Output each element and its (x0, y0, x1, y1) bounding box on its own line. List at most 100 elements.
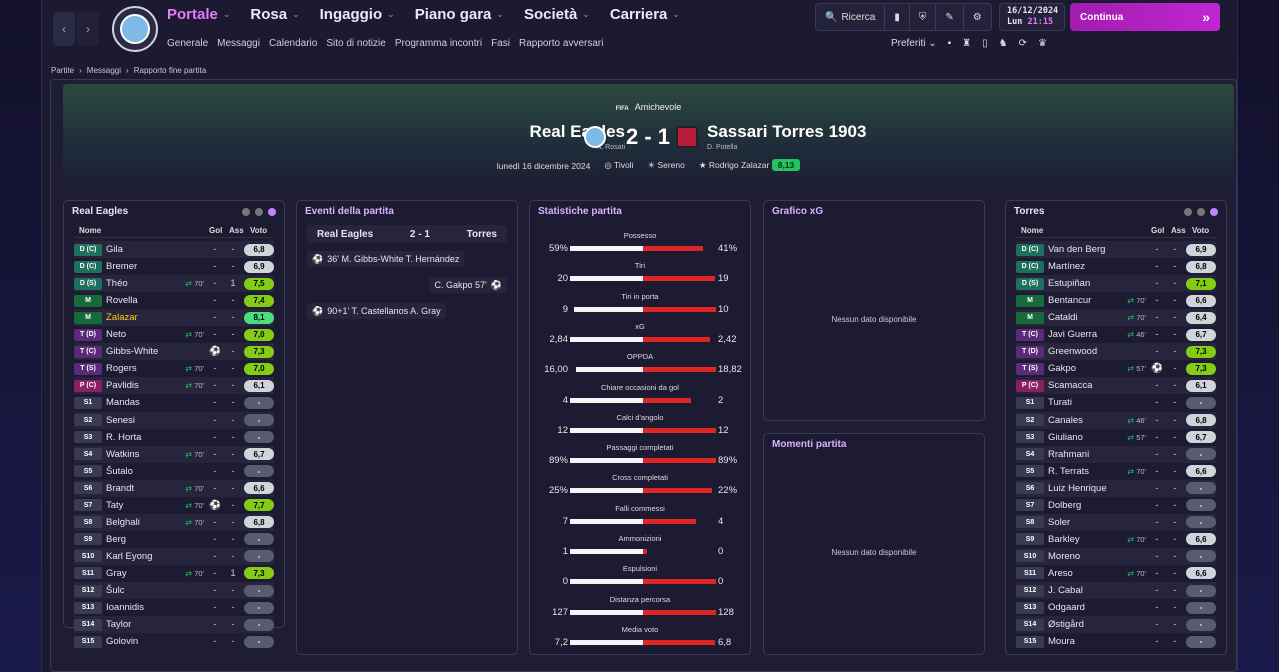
col-voto[interactable]: Voto (1192, 226, 1209, 235)
col-name[interactable]: Nome (1021, 226, 1043, 235)
player-row[interactable]: S12 J. Cabal - - - (1016, 582, 1216, 599)
player-name[interactable]: Belghali (106, 517, 178, 528)
subnav-item[interactable]: Sito di notizie (326, 38, 385, 49)
player-name[interactable]: Moura (1048, 636, 1120, 647)
player-row[interactable]: S9 Berg - - - (74, 531, 274, 548)
subnav-item[interactable]: Programma incontri (395, 38, 482, 49)
player-name[interactable]: Pavlidis (106, 380, 178, 391)
trophy-icon[interactable]: ♛ (1038, 38, 1047, 49)
player-row[interactable]: D (C) Bremer - -6,9 (74, 258, 274, 275)
nav-item-3[interactable]: Piano gara ⌄ (415, 6, 504, 23)
player-row[interactable]: S10 Moreno - - - (1016, 547, 1216, 565)
player-name[interactable]: Greenwood (1048, 346, 1120, 357)
view-dot-active[interactable] (1210, 208, 1218, 216)
player-name[interactable]: Estupiñan (1048, 278, 1120, 289)
player-row[interactable]: S1 Mandas - - - (74, 394, 274, 411)
player-name[interactable]: Zalazar (106, 312, 178, 323)
player-name[interactable]: Taty (106, 500, 178, 511)
col-ass[interactable]: Ass (1171, 226, 1186, 235)
player-row[interactable]: S7 Dolberg - - - (1016, 497, 1216, 514)
player-name[interactable]: Gray (106, 568, 178, 579)
player-name[interactable]: Rrahmani (1048, 449, 1120, 460)
player-row[interactable]: D (C) Van den Berg - -6,9 (1016, 241, 1216, 258)
settings-button[interactable]: ⚙ (964, 4, 991, 30)
player-row[interactable]: S7 Taty ⇄ 70' ⚽ -7,7 (74, 497, 274, 514)
player-name[interactable]: Van den Berg (1048, 244, 1120, 255)
col-gol[interactable]: Gol (1151, 226, 1164, 235)
chat-icon[interactable]: ▪ (948, 38, 952, 49)
favorites-dropdown[interactable]: Preferiti ⌄ (891, 38, 937, 49)
refresh-icon[interactable]: ⟳ (1019, 38, 1027, 49)
subnav-item[interactable]: Messaggi (217, 38, 260, 49)
player-name[interactable]: Cataldi (1048, 312, 1120, 323)
player-name[interactable]: Gakpo (1048, 363, 1120, 374)
player-row[interactable]: M Zalazar - -8,1 (74, 309, 274, 327)
nav-item-2[interactable]: Ingaggio ⌄ (320, 6, 395, 23)
player-name[interactable]: Odgaard (1048, 602, 1120, 613)
col-ass[interactable]: Ass (229, 226, 244, 235)
subnav-item[interactable]: Calendario (269, 38, 317, 49)
clipboard-icon[interactable]: ▯ (982, 38, 988, 49)
player-row[interactable]: S5 Šutalo - - - (74, 463, 274, 480)
player-name[interactable]: Ioannidis (106, 602, 178, 613)
shirt-icon[interactable]: ♜ (962, 38, 971, 49)
breadcrumb-item[interactable]: Messaggi (87, 66, 121, 75)
player-name[interactable]: Senesi (106, 415, 178, 426)
player-row[interactable]: T (D) Greenwood - -7,3 (1016, 343, 1216, 361)
player-name[interactable]: Karl Eyong (106, 551, 178, 562)
away-team-name[interactable]: Sassari Torres 1903 (707, 122, 866, 142)
player-row[interactable]: D (C) Martínez - -6,8 (1016, 258, 1216, 275)
nav-item-4[interactable]: Società ⌄ (524, 6, 590, 23)
search-button[interactable]: 🔍 Ricerca (816, 4, 886, 30)
col-name[interactable]: Nome (79, 226, 101, 235)
player-row[interactable]: S8 Soler - - - (1016, 513, 1216, 531)
player-row[interactable]: D (C) Gila - -6,8 (74, 241, 274, 258)
player-row[interactable]: S6 Brandt ⇄ 70' - -6,6 (74, 479, 274, 497)
player-name[interactable]: Barkley (1048, 534, 1120, 545)
edit-button[interactable]: ✎ (936, 4, 964, 30)
player-name[interactable]: Scamacca (1048, 380, 1120, 391)
player-name[interactable]: Neto (106, 329, 178, 340)
player-row[interactable]: S14 Taylor - - - (74, 616, 274, 634)
player-row[interactable]: S15 Golovin - - - (74, 633, 274, 650)
player-name[interactable]: Šulc (106, 585, 178, 596)
player-name[interactable]: Turati (1048, 397, 1120, 408)
player-row[interactable]: T (D) Neto ⇄ 70' - -7,0 (74, 326, 274, 343)
player-row[interactable]: P (C) Pavlidis ⇄ 70' - -6,1 (74, 377, 274, 395)
continue-button[interactable]: Continua » (1070, 3, 1220, 31)
player-name[interactable]: J. Cabal (1048, 585, 1120, 596)
player-row[interactable]: S4 Watkins ⇄ 70' - -6,7 (74, 445, 274, 463)
player-row[interactable]: S2 Canales ⇄ 46' - -6,8 (1016, 411, 1216, 429)
player-row[interactable]: S13 Ioannidis - - - (74, 599, 274, 616)
player-name[interactable]: Brandt (106, 483, 178, 494)
player-row[interactable]: S12 Šulc - - - (74, 582, 274, 599)
player-row[interactable]: S5 R. Terrats ⇄ 70' - -6,6 (1016, 463, 1216, 480)
player-name[interactable]: Areso (1048, 568, 1120, 579)
stadium[interactable]: ◎ Tivoli (604, 160, 633, 171)
player-name[interactable]: Rogers (106, 363, 178, 374)
player-row[interactable]: T (S) Rogers ⇄ 70' - -7,0 (74, 360, 274, 377)
player-row[interactable]: S9 Barkley ⇄ 70' - -6,6 (1016, 531, 1216, 548)
player-row[interactable]: S10 Karl Eyong - - - (74, 547, 274, 565)
back-button[interactable]: ‹ (53, 12, 75, 46)
player-name[interactable]: Østigård (1048, 619, 1120, 630)
people-icon[interactable]: ♞ (999, 38, 1008, 49)
nav-item-5[interactable]: Carriera ⌄ (610, 6, 680, 23)
player-row[interactable]: M Cataldi ⇄ 70' - -6,4 (1016, 309, 1216, 327)
player-row[interactable]: M Rovella - -7,4 (74, 292, 274, 309)
shield-button[interactable]: ⛨ (910, 4, 937, 30)
player-row[interactable]: S2 Senesi - - - (74, 411, 274, 429)
view-dot[interactable] (255, 208, 263, 216)
player-name[interactable]: R. Terrats (1048, 466, 1120, 477)
player-row[interactable]: S11 Gray ⇄ 70' -1 7,3 (74, 565, 274, 582)
player-name[interactable]: Gibbs-White (106, 346, 178, 357)
player-row[interactable]: D (S) Théo ⇄ 70' -1 7,5 (74, 275, 274, 293)
bookmark-button[interactable]: ▮ (885, 4, 910, 30)
player-name[interactable]: Moreno (1048, 551, 1120, 562)
view-dot[interactable] (1184, 208, 1192, 216)
forward-button[interactable]: › (77, 12, 99, 46)
player-row[interactable]: M Bentancur ⇄ 70' - -6,6 (1016, 292, 1216, 309)
player-row[interactable]: P (C) Scamacca - -6,1 (1016, 377, 1216, 395)
breadcrumb-item[interactable]: Partite (51, 66, 74, 75)
player-row[interactable]: S1 Turati - - - (1016, 394, 1216, 411)
